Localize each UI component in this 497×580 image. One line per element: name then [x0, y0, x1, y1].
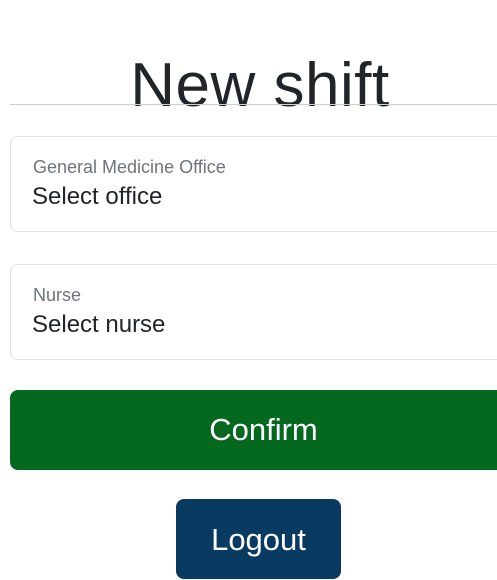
office-select[interactable]: General Medicine Office Select office: [10, 136, 497, 232]
office-select-value: Select office: [32, 183, 163, 210]
confirm-button-label: Confirm: [209, 412, 318, 447]
nurse-select-value: Select nurse: [32, 311, 166, 338]
title-divider: [10, 104, 497, 105]
logout-button[interactable]: Logout: [176, 499, 341, 579]
nurse-select[interactable]: Nurse Select nurse: [10, 264, 497, 360]
confirm-button[interactable]: Confirm: [10, 390, 497, 470]
page-title: New shift: [130, 50, 390, 120]
office-select-label: General Medicine Office: [33, 157, 226, 177]
nurse-select-label: Nurse: [33, 285, 82, 305]
